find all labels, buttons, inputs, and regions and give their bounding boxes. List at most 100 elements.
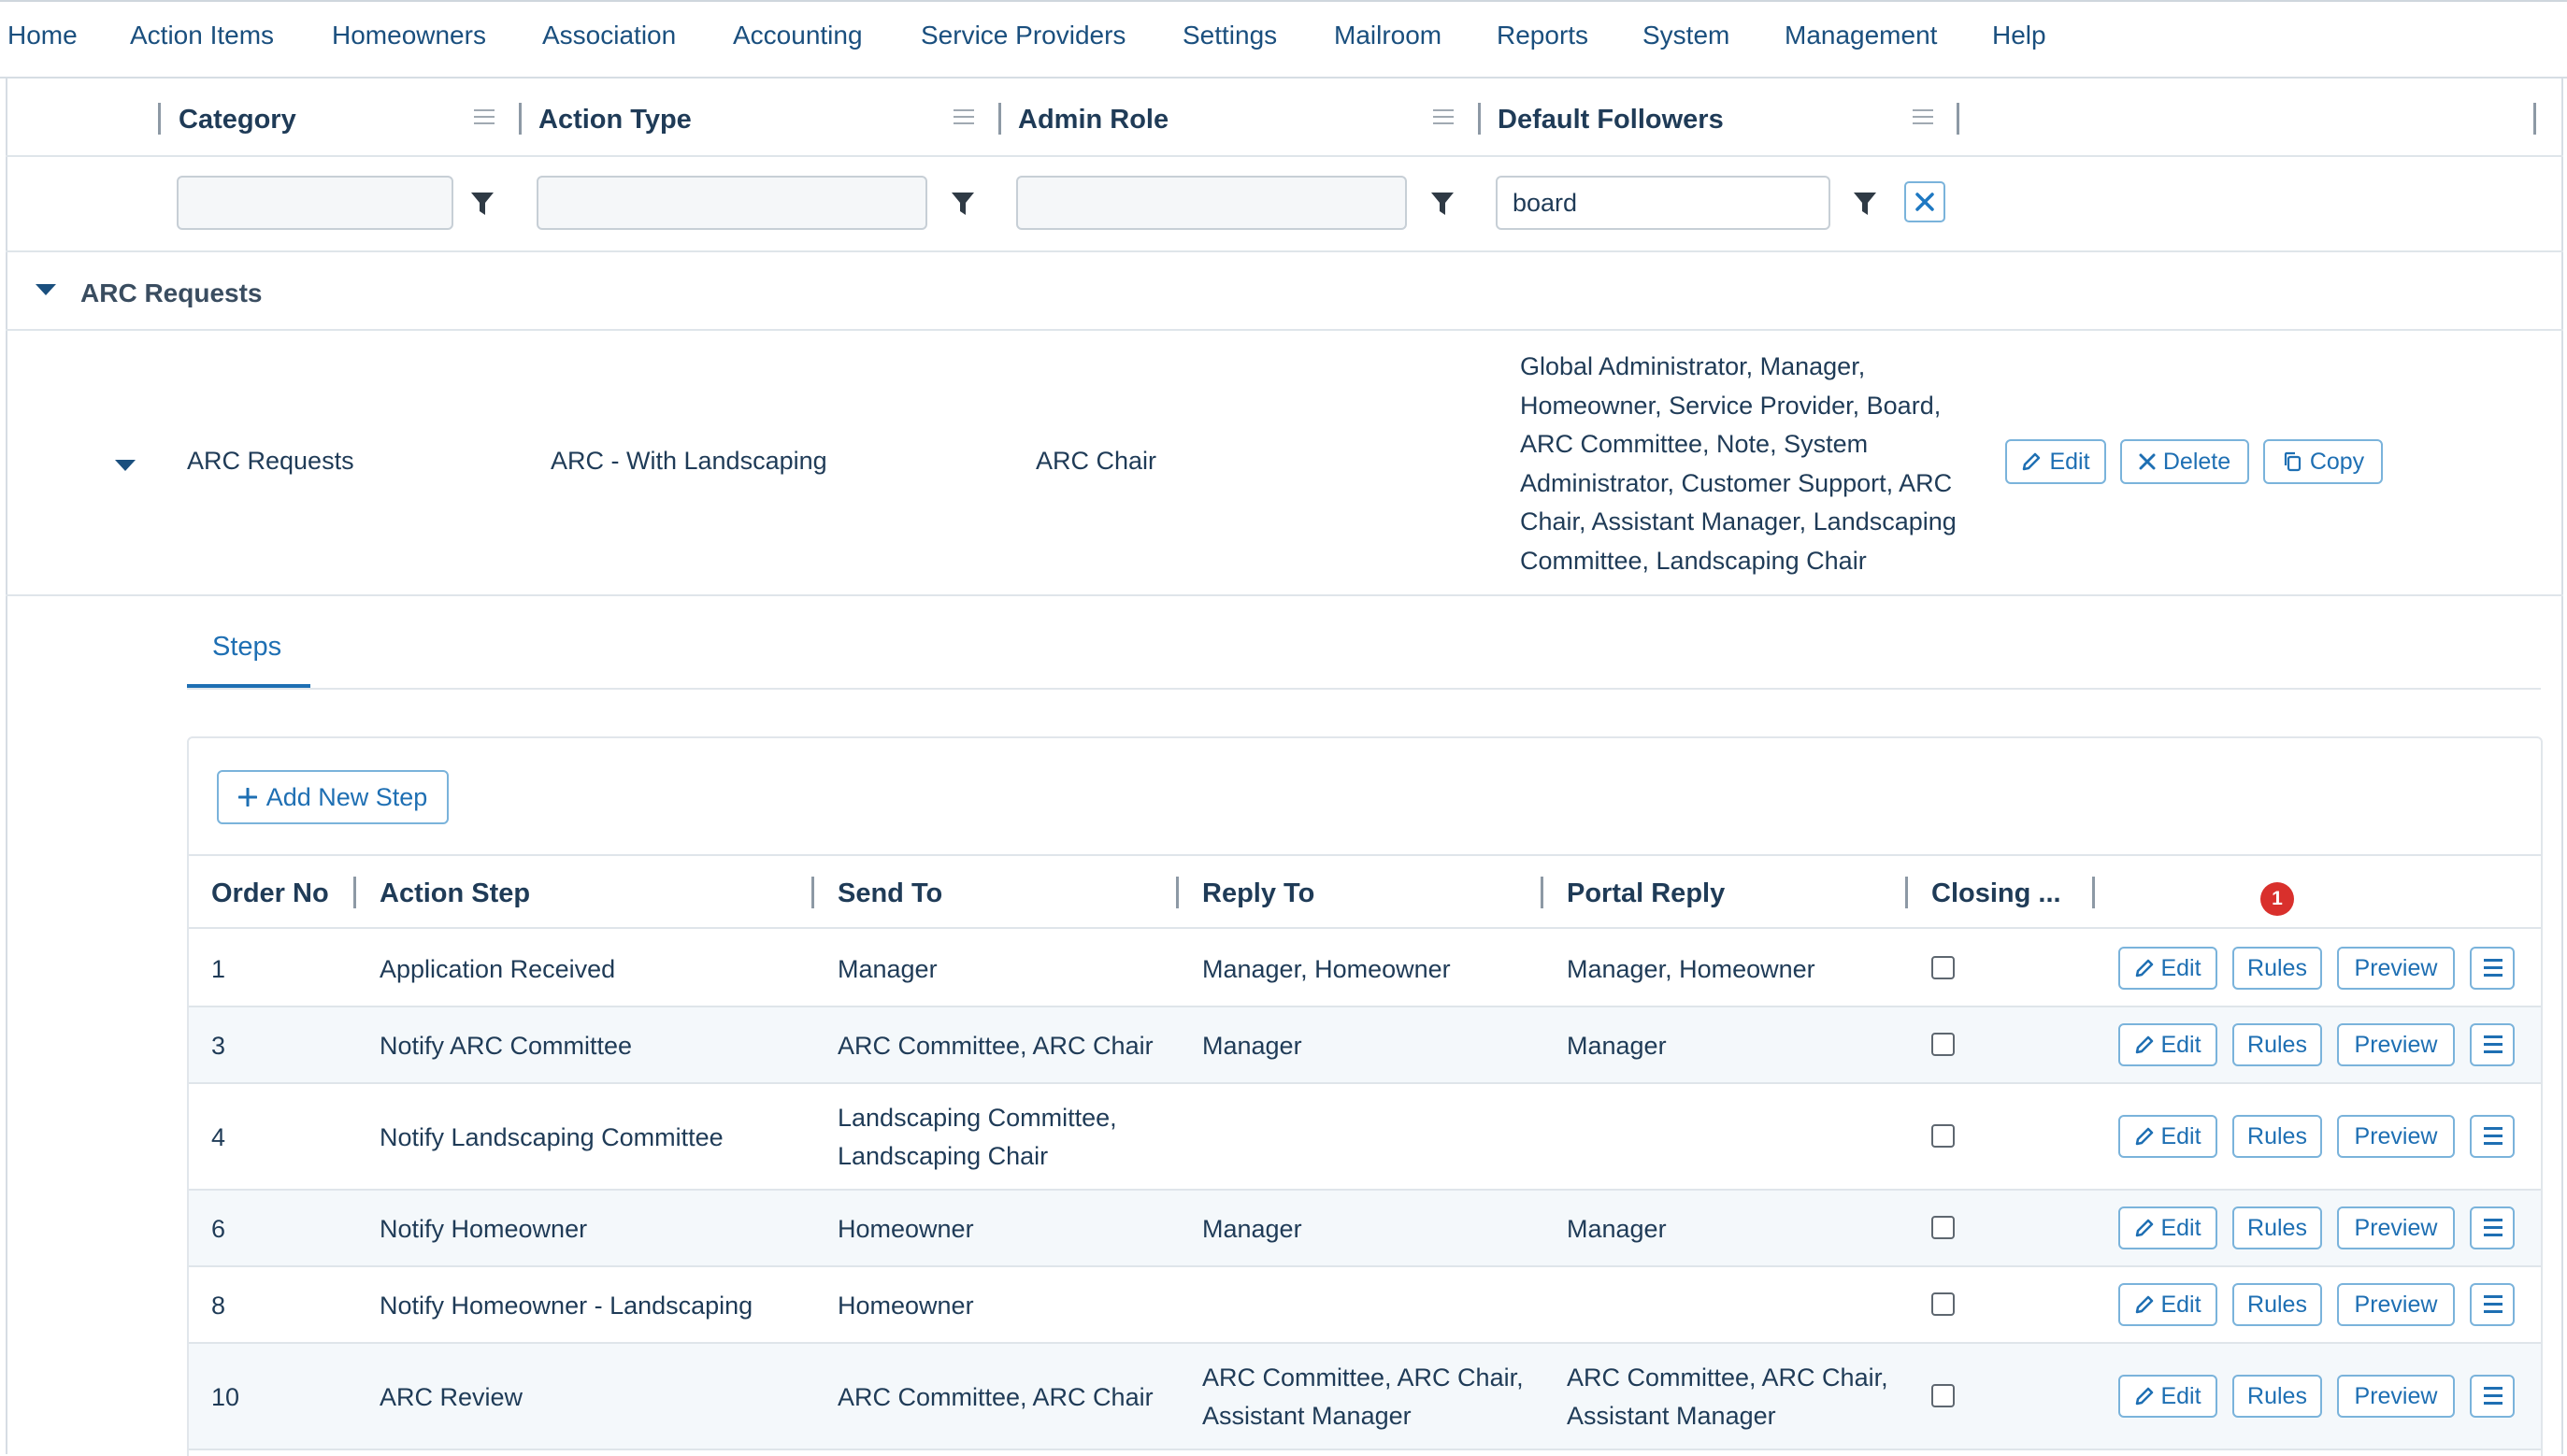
followers-line: ARC Committee, Note, System bbox=[1520, 430, 1869, 458]
tab-steps[interactable]: Steps bbox=[212, 632, 281, 663]
nav-mailroom[interactable]: Mailroom bbox=[1334, 21, 1441, 50]
add-new-step-button[interactable]: Add New Step bbox=[217, 770, 449, 824]
column-header-admin-role[interactable]: Admin Role bbox=[1018, 105, 1169, 136]
column-separator[interactable] bbox=[2533, 103, 2536, 135]
step-row: 10 ARC Review ARC Committee, ARC Chair ARC … bbox=[189, 1344, 2541, 1450]
nav-home[interactable]: Home bbox=[7, 21, 78, 50]
nav-settings[interactable]: Settings bbox=[1183, 21, 1277, 50]
nav-service-providers[interactable]: Service Providers bbox=[921, 21, 1126, 50]
filter-default-followers-input[interactable] bbox=[1496, 176, 1830, 230]
preview-button[interactable]: Preview bbox=[2337, 947, 2455, 990]
edit-step-button[interactable]: Edit bbox=[2118, 1115, 2217, 1158]
copy-button[interactable]: Copy bbox=[2263, 439, 2383, 484]
preview-button[interactable]: Preview bbox=[2337, 1206, 2455, 1249]
column-separator[interactable] bbox=[1478, 103, 1481, 135]
column-separator[interactable] bbox=[1905, 877, 1908, 908]
column-menu-icon[interactable] bbox=[474, 107, 495, 127]
collapse-row-icon[interactable] bbox=[115, 460, 136, 471]
filter-icon[interactable] bbox=[470, 191, 495, 217]
send-to-cell: ARC Committee, ARC Chair bbox=[838, 1027, 1154, 1065]
grid-header: Category Action Type Admin Role Default … bbox=[6, 80, 2563, 157]
edit-step-label: Edit bbox=[2160, 1122, 2201, 1149]
closing-checkbox[interactable] bbox=[1931, 1124, 1955, 1148]
rules-button[interactable]: Rules bbox=[2232, 1375, 2322, 1418]
clear-filter-button[interactable] bbox=[1904, 181, 1945, 222]
closing-checkbox[interactable] bbox=[1931, 1384, 1955, 1407]
nav-homeowners[interactable]: Homeowners bbox=[332, 21, 486, 50]
nav-association[interactable]: Association bbox=[542, 21, 676, 50]
edit-step-button[interactable]: Edit bbox=[2118, 1023, 2217, 1066]
column-separator[interactable] bbox=[353, 877, 356, 908]
column-header-order-no[interactable]: Order No bbox=[211, 878, 329, 909]
filter-action-type-input[interactable] bbox=[537, 176, 927, 230]
column-header-portal-reply[interactable]: Portal Reply bbox=[1567, 878, 1725, 909]
closing-checkbox[interactable] bbox=[1931, 1292, 1955, 1316]
closing-checkbox[interactable] bbox=[1931, 956, 1955, 979]
nav-management[interactable]: Management bbox=[1785, 21, 1937, 50]
column-separator[interactable] bbox=[1541, 877, 1543, 908]
closing-checkbox[interactable] bbox=[1931, 1033, 1955, 1056]
preview-button[interactable]: Preview bbox=[2337, 1283, 2455, 1326]
rules-button[interactable]: Rules bbox=[2232, 1206, 2322, 1249]
column-header-category[interactable]: Category bbox=[179, 105, 296, 136]
column-separator[interactable] bbox=[158, 103, 161, 135]
row-menu-button[interactable] bbox=[2470, 1115, 2515, 1158]
reply-to-cell: ARC Committee, ARC Chair, Assistant Manag… bbox=[1202, 1359, 1524, 1435]
edit-step-button[interactable]: Edit bbox=[2118, 947, 2217, 990]
column-separator[interactable] bbox=[811, 877, 814, 908]
row-menu-button[interactable] bbox=[2470, 1375, 2515, 1418]
row-menu-button[interactable] bbox=[2470, 1206, 2515, 1249]
pencil-icon bbox=[2136, 1127, 2154, 1146]
rules-button[interactable]: Rules bbox=[2232, 947, 2322, 990]
preview-button[interactable]: Preview bbox=[2337, 1115, 2455, 1158]
rules-button[interactable]: Rules bbox=[2232, 1023, 2322, 1066]
column-header-send-to[interactable]: Send To bbox=[838, 878, 942, 909]
preview-button[interactable]: Preview bbox=[2337, 1375, 2455, 1418]
collapse-group-icon[interactable] bbox=[36, 284, 56, 295]
edit-button-label: Edit bbox=[2049, 448, 2090, 475]
row-menu-button[interactable] bbox=[2470, 1023, 2515, 1066]
nav-help[interactable]: Help bbox=[1992, 21, 2046, 50]
filter-icon[interactable] bbox=[1853, 191, 1877, 217]
column-header-closing[interactable]: Closing ... bbox=[1931, 878, 2061, 909]
column-separator[interactable] bbox=[1957, 103, 1959, 135]
column-header-action-step[interactable]: Action Step bbox=[380, 878, 530, 909]
filter-category-input[interactable] bbox=[177, 176, 453, 230]
order-no-cell: 10 bbox=[211, 1378, 239, 1417]
column-separator[interactable] bbox=[2092, 877, 2095, 908]
filter-icon[interactable] bbox=[951, 191, 975, 217]
send-to-cell-line: Homeowner bbox=[838, 1214, 974, 1243]
nav-action-items[interactable]: Action Items bbox=[130, 21, 274, 50]
pencil-icon bbox=[2136, 1295, 2154, 1314]
column-separator[interactable] bbox=[998, 103, 1001, 135]
order-no-cell: 4 bbox=[211, 1119, 225, 1157]
delete-button[interactable]: Delete bbox=[2120, 439, 2249, 484]
rules-button[interactable]: Rules bbox=[2232, 1283, 2322, 1326]
edit-step-button[interactable]: Edit bbox=[2118, 1375, 2217, 1418]
portal-reply-cell-line: Manager, Homeowner bbox=[1567, 954, 1815, 983]
column-header-action-type[interactable]: Action Type bbox=[538, 105, 692, 136]
preview-button[interactable]: Preview bbox=[2337, 1023, 2455, 1066]
filter-admin-role-input[interactable] bbox=[1016, 176, 1407, 230]
filter-icon[interactable] bbox=[1430, 191, 1455, 217]
closing-checkbox[interactable] bbox=[1931, 1216, 1955, 1239]
column-menu-icon[interactable] bbox=[954, 107, 974, 127]
edit-button[interactable]: Edit bbox=[2005, 439, 2106, 484]
action-step-cell: Application Received bbox=[380, 950, 615, 989]
row-menu-button[interactable] bbox=[2470, 947, 2515, 990]
column-separator[interactable] bbox=[519, 103, 522, 135]
action-step-cell: Notify Landscaping Committee bbox=[380, 1119, 724, 1157]
nav-reports[interactable]: Reports bbox=[1497, 21, 1588, 50]
nav-accounting[interactable]: Accounting bbox=[733, 21, 863, 50]
column-menu-icon[interactable] bbox=[1913, 107, 1933, 127]
column-header-reply-to[interactable]: Reply To bbox=[1202, 878, 1314, 909]
column-separator[interactable] bbox=[1176, 877, 1179, 908]
edit-step-label: Edit bbox=[2160, 1291, 2201, 1318]
edit-step-button[interactable]: Edit bbox=[2118, 1206, 2217, 1249]
row-menu-button[interactable] bbox=[2470, 1283, 2515, 1326]
nav-system[interactable]: System bbox=[1642, 21, 1729, 50]
rules-button[interactable]: Rules bbox=[2232, 1115, 2322, 1158]
column-menu-icon[interactable] bbox=[1433, 107, 1454, 127]
column-header-default-followers[interactable]: Default Followers bbox=[1498, 105, 1724, 136]
edit-step-button[interactable]: Edit bbox=[2118, 1283, 2217, 1326]
